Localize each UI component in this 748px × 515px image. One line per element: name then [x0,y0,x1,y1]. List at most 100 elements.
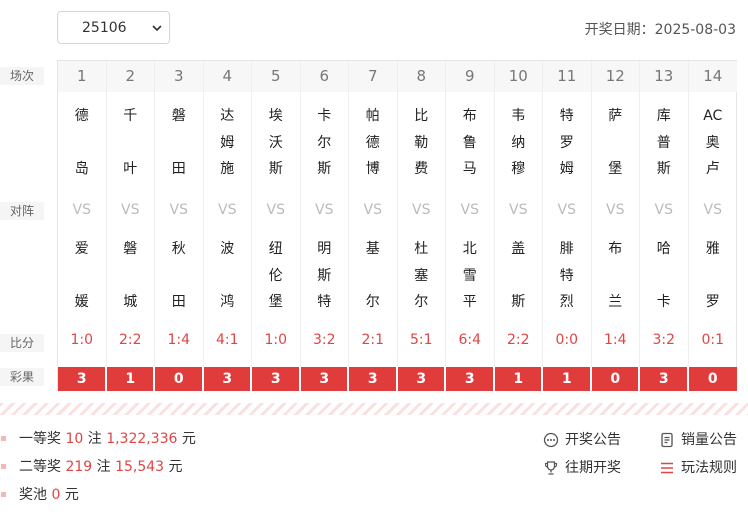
away-team-char: 特 [317,294,332,310]
home-team-char: 韦 [511,108,526,124]
match-number: 7 [349,61,397,92]
away-team: 布兰 [592,236,640,316]
match-score: 1:4 [603,332,627,348]
vs-label: VS [606,202,625,218]
rules-link[interactable]: 玩法规则 [659,458,744,478]
match-score: 3:2 [652,332,676,348]
away-team: 杜塞尔 [398,236,446,316]
match-column: 5 埃沃斯 VS 纽伦堡 1:0 3 [252,61,301,392]
away-team-char: 波 [220,241,235,257]
vs-label: VS [315,202,334,218]
home-team-char: 尔 [317,134,332,151]
home-team-char: AC [703,108,723,124]
match-score: 2:2 [506,332,530,348]
home-team-char: 纳 [511,134,526,151]
row-label-versus: 对阵 [0,202,44,220]
row-label-result: 彩果 [0,368,44,386]
away-team-char: 磐 [123,241,138,257]
away-team-char: 雅 [705,241,720,257]
pool-amount: 0 [51,487,61,503]
home-team: 特罗姆 [543,103,591,183]
sales-link[interactable]: 销量公告 [659,430,744,450]
issue-select-value: 25106 [82,20,127,36]
prize-second: 二等奖 219 注 15,543 元 [0,457,260,477]
away-team-char: 罗 [705,294,720,310]
home-team-char: 姆 [220,134,235,151]
away-team-char: 城 [123,294,138,310]
match-column: 12 萨堡 VS 布兰 1:4 0 [591,61,640,392]
away-team-char: 斯 [317,267,332,284]
vs-label: VS [121,202,140,218]
match-number: 13 [640,61,688,92]
away-team-char: 秋 [171,241,186,257]
history-link[interactable]: 往期开奖 [543,458,633,478]
away-team-char: 平 [462,294,477,310]
home-team-char: 鲁 [462,134,477,151]
home-team-char: 比 [414,108,429,124]
match-column: 14 AC 奥卢 VS 雅罗 0:1 0 [688,61,738,392]
away-team-char: 烈 [559,294,574,310]
away-team-char: 明 [317,241,332,257]
home-team-char: 堡 [608,161,623,177]
home-team-char: 帕 [365,108,380,124]
match-column: 11 特罗姆 VS 腓特烈 0:0 1 [543,61,592,392]
away-team-char: 塞 [414,267,429,284]
away-team-char: 腓 [559,241,574,257]
home-team-char: 德 [365,134,380,151]
match-score: 1:4 [167,332,191,348]
match-number: 5 [252,61,300,92]
home-team-char: 田 [171,161,186,177]
prize-first: 一等奖 10 注 1,322,336 元 [0,429,260,449]
home-team-char: 勒 [414,134,429,151]
home-team: 千叶 [107,103,155,183]
home-team: 埃沃斯 [252,103,300,183]
home-team-char: 姆 [559,161,574,177]
rules-link-label: 玩法规则 [681,460,737,476]
home-team-char: 沃 [268,134,283,151]
home-team-char: 布 [462,108,477,124]
match-column: 4 达姆施 VS 波鸿 4:1 3 [203,61,252,392]
match-score: 2:2 [118,332,142,348]
away-team: 雅罗 [689,236,738,316]
history-link-label: 往期开奖 [565,460,621,476]
home-team-char: 德 [74,108,89,124]
match-column: 7 帕德博 VS 基尔 2:1 3 [349,61,398,392]
home-team: 磐田 [155,103,203,183]
away-team-char: 哈 [656,241,671,257]
home-team-char: 奥 [705,134,720,151]
vs-label: VS [72,202,91,218]
match-result: 0 [155,367,203,391]
prize-first-count: 10 [65,431,84,447]
away-team-char: 尔 [414,294,429,310]
match-column: 1 德岛 VS 爱媛 1:0 3 [58,61,107,392]
vs-label: VS [218,202,237,218]
chevron-down-icon [152,25,162,32]
match-column: 13 库普斯 VS 哈卡 3:2 3 [640,61,689,392]
vs-label: VS [363,202,382,218]
issue-select[interactable]: 25106 [57,11,170,44]
prize-first-amount: 1,322,336 [106,431,178,447]
home-team: 德岛 [58,103,106,183]
away-team-char: 尔 [365,294,380,310]
away-team: 北雪平 [446,236,494,316]
home-team-char: 马 [462,161,477,177]
lottery-results-page: 25106 开奖日期：2025-08-03 场次 对阵 比分 彩果 1 德岛 VS 爱… [0,0,748,515]
away-team-char: 兰 [608,294,623,310]
home-team-char: 费 [414,161,429,177]
match-score: 0:1 [701,332,725,348]
home-team: AC 奥卢 [689,103,738,183]
match-number: 11 [543,61,591,92]
home-team-char: 卡 [317,108,332,124]
prize-second-label: 二等奖 [19,459,61,475]
vs-label: VS [703,202,722,218]
away-team-char: 卡 [656,294,671,310]
home-team-char: 施 [220,161,235,177]
match-result: 0 [688,367,737,391]
home-team: 萨堡 [592,103,640,183]
home-team-char: 斯 [656,161,671,177]
home-team-char: 博 [365,161,380,177]
announcement-link[interactable]: 开奖公告 [543,430,633,450]
match-number: 3 [155,61,203,92]
away-team-char: 基 [365,241,380,257]
pool-label: 奖池 [19,487,47,503]
